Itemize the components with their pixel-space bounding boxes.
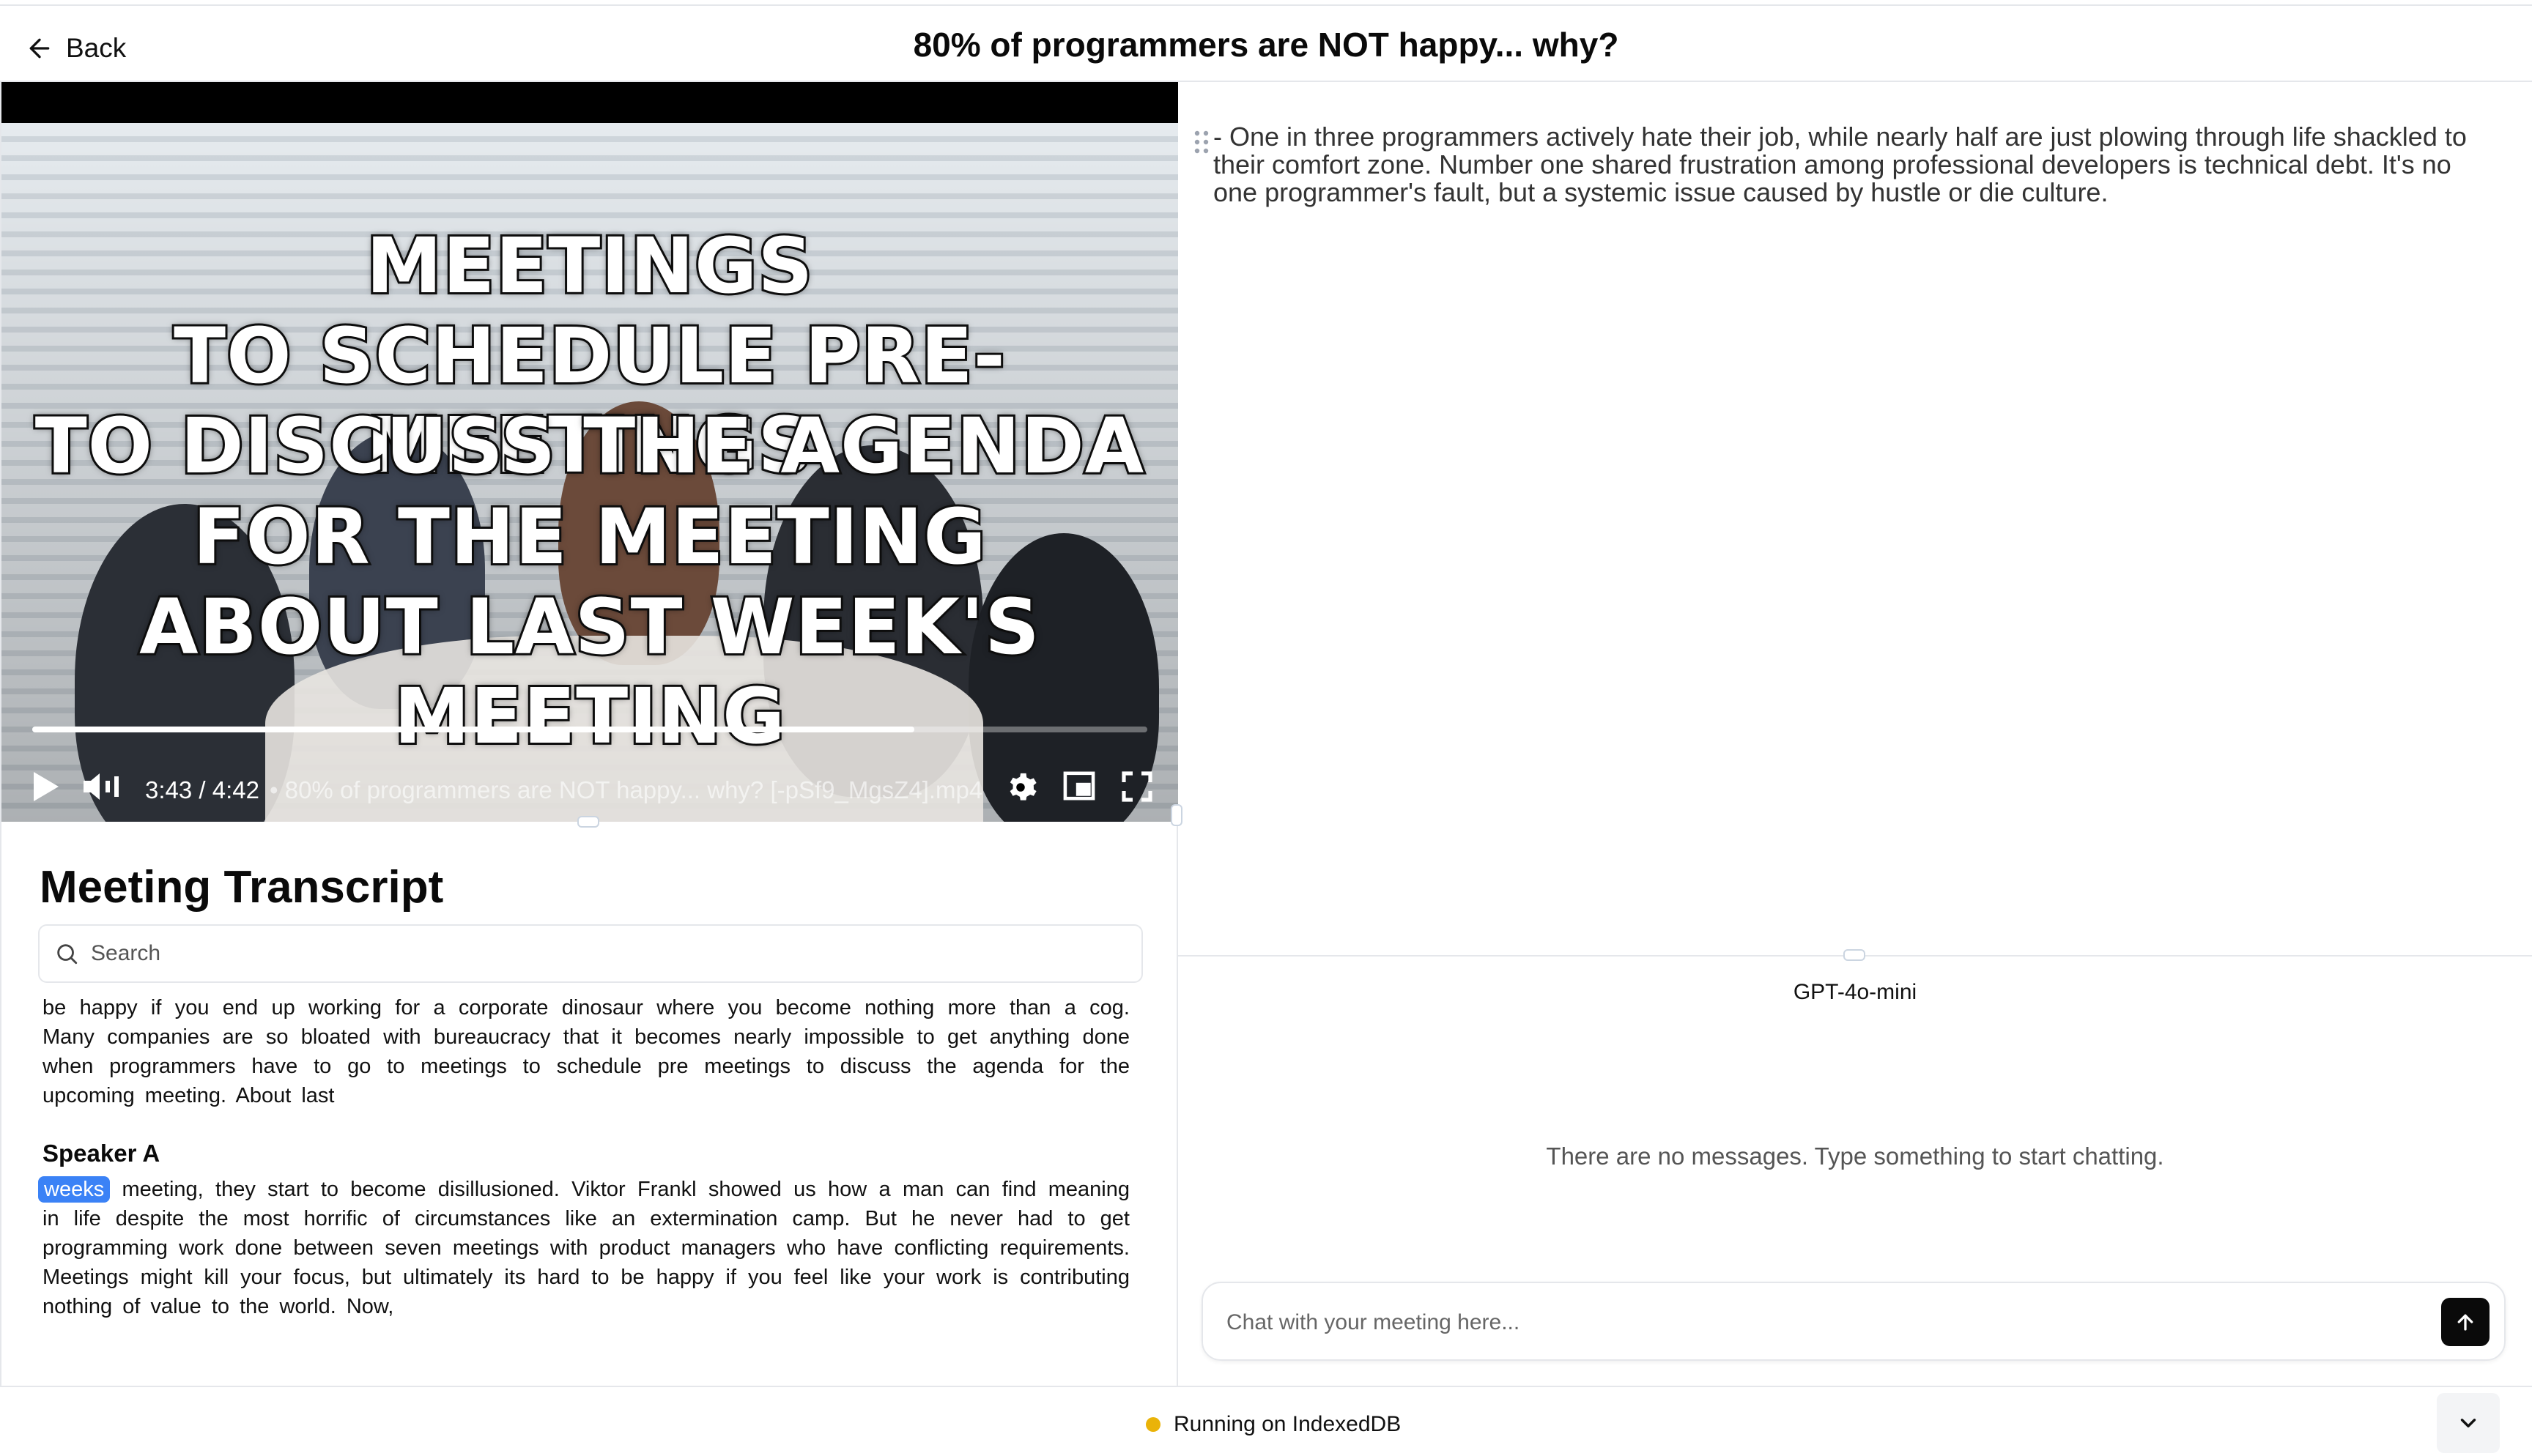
video-file-name: • 80% of programmers are NOT happy... wh… xyxy=(270,776,983,803)
left-panel: MEETINGS TO SCHEDULE PRE-MEETINGS TO DIS… xyxy=(0,82,1182,1386)
speaker-label: Speaker A xyxy=(42,1140,160,1167)
status-dot xyxy=(1146,1417,1160,1432)
settings-icon xyxy=(1010,773,1037,801)
video-caption-line: TO DISCUSS THE AGENDA xyxy=(33,399,1147,493)
model-label: GPT-4o-mini xyxy=(1793,980,1917,1004)
summary-text: - One in three programmers actively hate… xyxy=(1213,122,2467,207)
picture-in-picture-icon xyxy=(1063,771,1095,801)
top-border xyxy=(0,0,2532,6)
video-player[interactable]: MEETINGS TO SCHEDULE PRE-MEETINGS TO DIS… xyxy=(1,82,1178,822)
play-button[interactable] xyxy=(31,770,60,803)
transcript-paragraph: weeks meeting, they start to become disi… xyxy=(38,1175,1130,1321)
page-title: 80% of programmers are NOT happy... why? xyxy=(913,26,1619,64)
right-panel: - One in three programmers actively hate… xyxy=(1178,82,2532,1386)
transcript-body: be happy if you end up working for a cor… xyxy=(38,993,1130,1321)
arrow-up-icon xyxy=(2457,1314,2473,1331)
page-header: Back 80% of programmers are NOT happy...… xyxy=(0,6,2532,82)
search-icon xyxy=(57,944,78,965)
transcript-search[interactable] xyxy=(38,924,1143,983)
video-time: 3:43 / 4:42 xyxy=(145,776,259,803)
search-input[interactable] xyxy=(91,941,1117,966)
transcript-title: Meeting Transcript xyxy=(40,862,444,913)
video-controls: 3:43 / 4:42 • 80% of programmers are NOT… xyxy=(1,756,1178,814)
storage-status: Running on IndexedDB xyxy=(1146,1412,1401,1437)
chat-input-box[interactable] xyxy=(1202,1282,2506,1361)
panel-resize-handle[interactable] xyxy=(577,816,599,828)
transcript-text: meeting, they start to become disillusio… xyxy=(42,1178,1130,1318)
send-button[interactable] xyxy=(2441,1298,2490,1346)
footer: Running on IndexedDB xyxy=(0,1386,2532,1456)
picture-in-picture-button[interactable] xyxy=(1062,770,1096,801)
video-caption-line: MEETINGS xyxy=(364,219,815,313)
video-caption-line: FOR THE MEETING xyxy=(190,490,988,584)
settings-button[interactable] xyxy=(1004,770,1037,804)
highlighted-word[interactable]: weeks xyxy=(38,1176,111,1203)
video-progress-bar[interactable] xyxy=(32,727,1147,732)
fullscreen-icon xyxy=(1122,771,1152,802)
play-icon xyxy=(34,772,59,801)
video-caption-line: ABOUT LAST WEEK'S MEETING xyxy=(137,580,1042,763)
video-progress-fill xyxy=(32,727,914,732)
fullscreen-button[interactable] xyxy=(1121,770,1153,803)
empty-chat-message: There are no messages. Type something to… xyxy=(1546,1143,2164,1170)
volume-button[interactable] xyxy=(82,770,123,803)
transcript-paragraph: be happy if you end up working for a cor… xyxy=(42,996,1130,1107)
chevron-down-icon xyxy=(2460,1419,2476,1427)
status-text: Running on IndexedDB xyxy=(1174,1412,1402,1436)
chat-input[interactable] xyxy=(1226,1305,2399,1340)
chat-resize-handle[interactable] xyxy=(1843,949,1865,961)
collapse-button[interactable] xyxy=(2437,1393,2500,1453)
volume-icon xyxy=(84,773,119,800)
drag-handle-icon[interactable] xyxy=(1193,129,1210,155)
